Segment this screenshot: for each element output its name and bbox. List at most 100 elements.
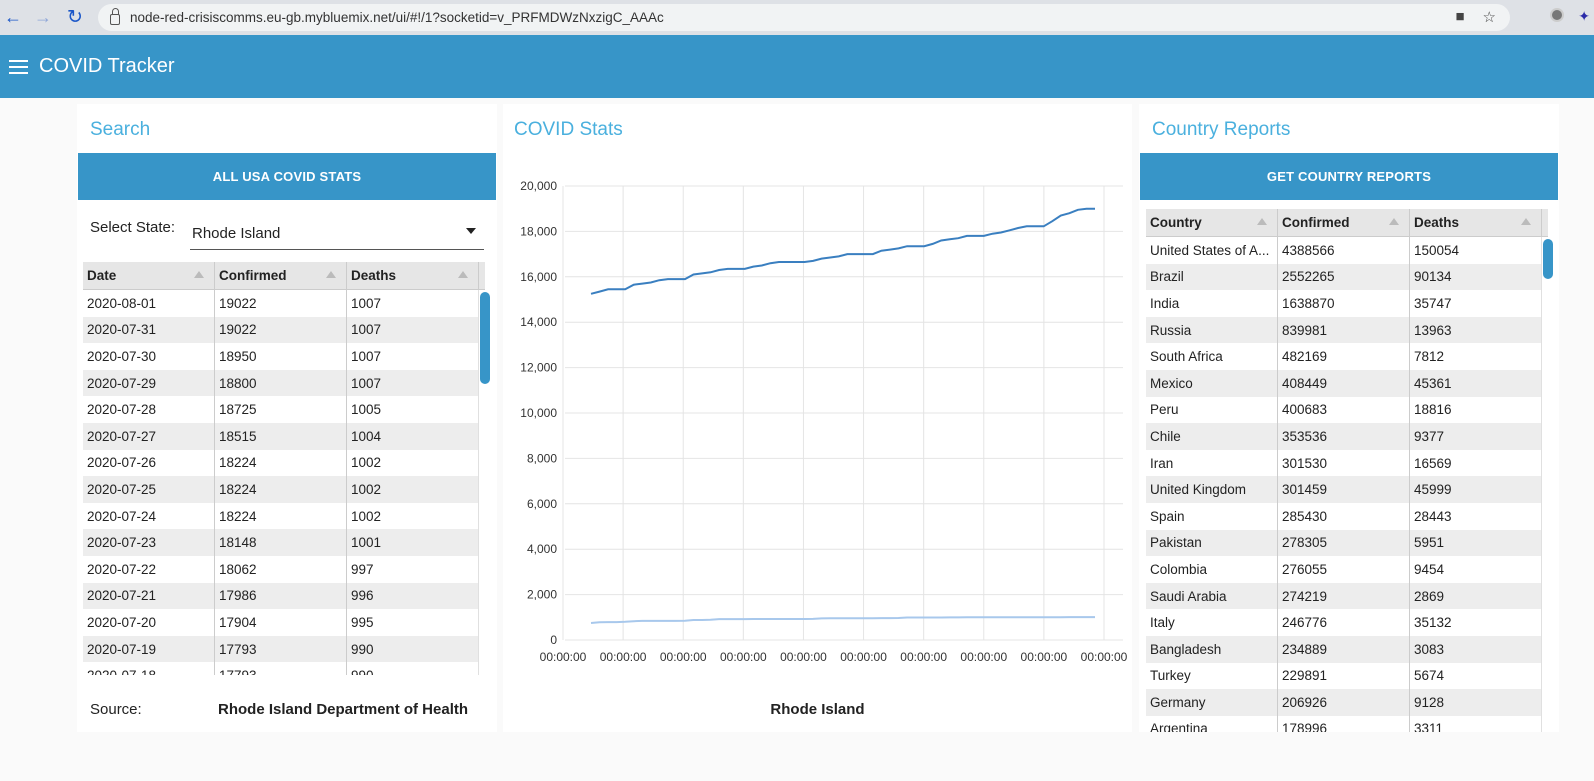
table-row[interactable]: 2020-07-19 17793 990 [83,635,479,663]
column-confirmed[interactable]: Confirmed [1278,209,1410,236]
table-row[interactable]: Mexico 408449 45361 [1146,369,1542,397]
table-row[interactable]: United States of A... 4388566 150054 [1146,237,1542,264]
get-country-reports-button[interactable]: GET COUNTRY REPORTS [1140,153,1558,200]
table-row[interactable]: 2020-07-30 18950 1007 [83,343,479,370]
table-row[interactable]: Colombia 276055 9454 [1146,556,1542,583]
table-row[interactable]: Argentina 178996 3311 [1146,715,1542,732]
table-row[interactable]: Spain 285430 28443 [1146,502,1542,530]
table-cell: 13963 [1410,316,1542,344]
table-row[interactable]: 2020-07-22 18062 997 [83,555,479,583]
table-row[interactable]: 2020-07-28 18725 1005 [83,396,479,423]
table-cell: 2020-07-24 [83,502,215,530]
table-cell: 997 [347,555,479,583]
table-cell: Mexico [1146,369,1278,397]
table-row[interactable]: 2020-07-1817793990 [83,662,479,675]
table-row[interactable]: Peru 400683 18816 [1146,396,1542,424]
forward-arrow-icon[interactable]: → [30,4,56,30]
table-cell: 1007 [347,290,479,317]
column-deaths[interactable]: Deaths [1410,209,1542,236]
back-arrow-icon[interactable]: ← [0,4,26,30]
x-tick-label: 00:00:00 [600,650,647,664]
country-table-header: Country Confirmed Deaths [1146,209,1548,237]
table-cell: 19022 [215,316,347,344]
table-cell: 2020-07-28 [83,396,215,423]
menu-icon[interactable] [9,59,28,74]
table-row[interactable]: Pakistan 278305 5951 [1146,529,1542,557]
table-cell: South Africa [1146,343,1278,370]
state-table-body[interactable]: 2020-08-01 19022 1007 2020-07-31 19022 1007 20… [83,290,479,675]
table-row[interactable]: Germany 206926 9128 [1146,689,1542,716]
table-cell: Brazil [1146,263,1278,291]
x-tick-label: 00:00:00 [1081,650,1128,664]
table-row[interactable]: Brazil 2552265 90134 [1146,263,1542,291]
table-row[interactable]: Iran 301530 16569 [1146,449,1542,477]
x-tick-label: 00:00:00 [720,650,767,664]
state-select[interactable]: Rhode Island [190,217,484,250]
table-cell: 2020-07-25 [83,476,215,503]
browser-toolbar: ← → ↻ node-red-crisiscomms.eu-gb.mybluem… [0,0,1594,35]
table-row[interactable]: Italy 246776 35132 [1146,609,1542,636]
camera-icon[interactable]: ■ [1455,8,1464,26]
table-cell: 1002 [347,502,479,530]
reload-icon[interactable]: ↻ [62,4,88,30]
table-row[interactable]: 2020-07-31 19022 1007 [83,316,479,344]
table-cell: 45361 [1410,369,1542,397]
table-row[interactable]: Saudi Arabia 274219 2869 [1146,582,1542,610]
table-row[interactable]: United Kingdom 301459 45999 [1146,476,1542,503]
table-cell: Pakistan [1146,529,1278,557]
table-cell: 178996 [1278,715,1410,732]
table-row[interactable]: 2020-07-29 18800 1007 [83,369,479,397]
table-row[interactable]: 2020-07-27 18515 1004 [83,422,479,450]
table-cell: 301459 [1278,476,1410,503]
search-card: Search ALL USA COVID STATS Select State:… [77,104,497,732]
column-deaths[interactable]: Deaths [347,262,479,289]
scrollbar-thumb[interactable] [1543,239,1553,279]
table-row[interactable]: Chile 353536 9377 [1146,423,1542,450]
table-cell: 1005 [347,396,479,423]
sort-icon [194,271,204,278]
table-cell: 18148 [215,529,347,556]
app-title: COVID Tracker [39,55,175,77]
table-row[interactable]: 2020-07-23 18148 1001 [83,529,479,556]
scrollbar-thumb[interactable] [480,292,490,384]
app-header: COVID Tracker [0,35,1594,98]
table-row[interactable]: 2020-07-20 17904 995 [83,609,479,636]
table-cell: 17904 [215,609,347,636]
table-cell: 301530 [1278,449,1410,477]
table-row[interactable]: 2020-07-26 18224 1002 [83,449,479,477]
x-tick-label: 00:00:00 [660,650,707,664]
sort-icon [1257,218,1267,225]
table-row[interactable]: 2020-07-25 18224 1002 [83,476,479,503]
all-usa-stats-button[interactable]: ALL USA COVID STATS [78,153,496,200]
puzzle-icon[interactable]: ✦ [1578,8,1590,25]
table-row[interactable]: Bangladesh 234889 3083 [1146,635,1542,663]
table-row[interactable]: 2020-07-21 17986 996 [83,582,479,610]
star-icon[interactable]: ☆ [1483,8,1496,26]
table-cell: 2020-08-01 [83,290,215,317]
state-table-scrollbar[interactable] [478,290,490,675]
extension-icon[interactable] [1550,8,1565,22]
table-row[interactable]: 2020-07-24 18224 1002 [83,502,479,530]
country-table-scrollbar[interactable] [1541,237,1553,732]
reports-card: Country Reports GET COUNTRY REPORTS Coun… [1139,104,1559,732]
y-tick-label: 12,000 [520,361,557,375]
series-line [590,616,1095,624]
column-country[interactable]: Country [1146,209,1278,236]
table-row[interactable]: Russia 839981 13963 [1146,316,1542,344]
table-cell: 1004 [347,422,479,450]
table-row[interactable]: India 1638870 35747 [1146,290,1542,317]
table-cell: 2552265 [1278,263,1410,291]
table-row[interactable]: 2020-08-01 19022 1007 [83,290,479,317]
table-cell: 1638870 [1278,290,1410,317]
url-text[interactable]: node-red-crisiscomms.eu-gb.mybluemix.net… [130,10,664,25]
table-row[interactable]: Turkey 229891 5674 [1146,662,1542,690]
table-cell: 229891 [1278,662,1410,690]
y-tick-label: 4,000 [527,542,557,556]
address-bar[interactable]: node-red-crisiscomms.eu-gb.mybluemix.net… [98,4,1510,31]
column-date[interactable]: Date [83,262,215,289]
country-table-body[interactable]: United States of A... 4388566 150054 Brazil… [1146,237,1542,732]
table-row[interactable]: South Africa 482169 7812 [1146,343,1542,370]
table-cell: 45999 [1410,476,1542,503]
column-confirmed[interactable]: Confirmed [215,262,347,289]
table-cell: 17793 [215,635,347,663]
